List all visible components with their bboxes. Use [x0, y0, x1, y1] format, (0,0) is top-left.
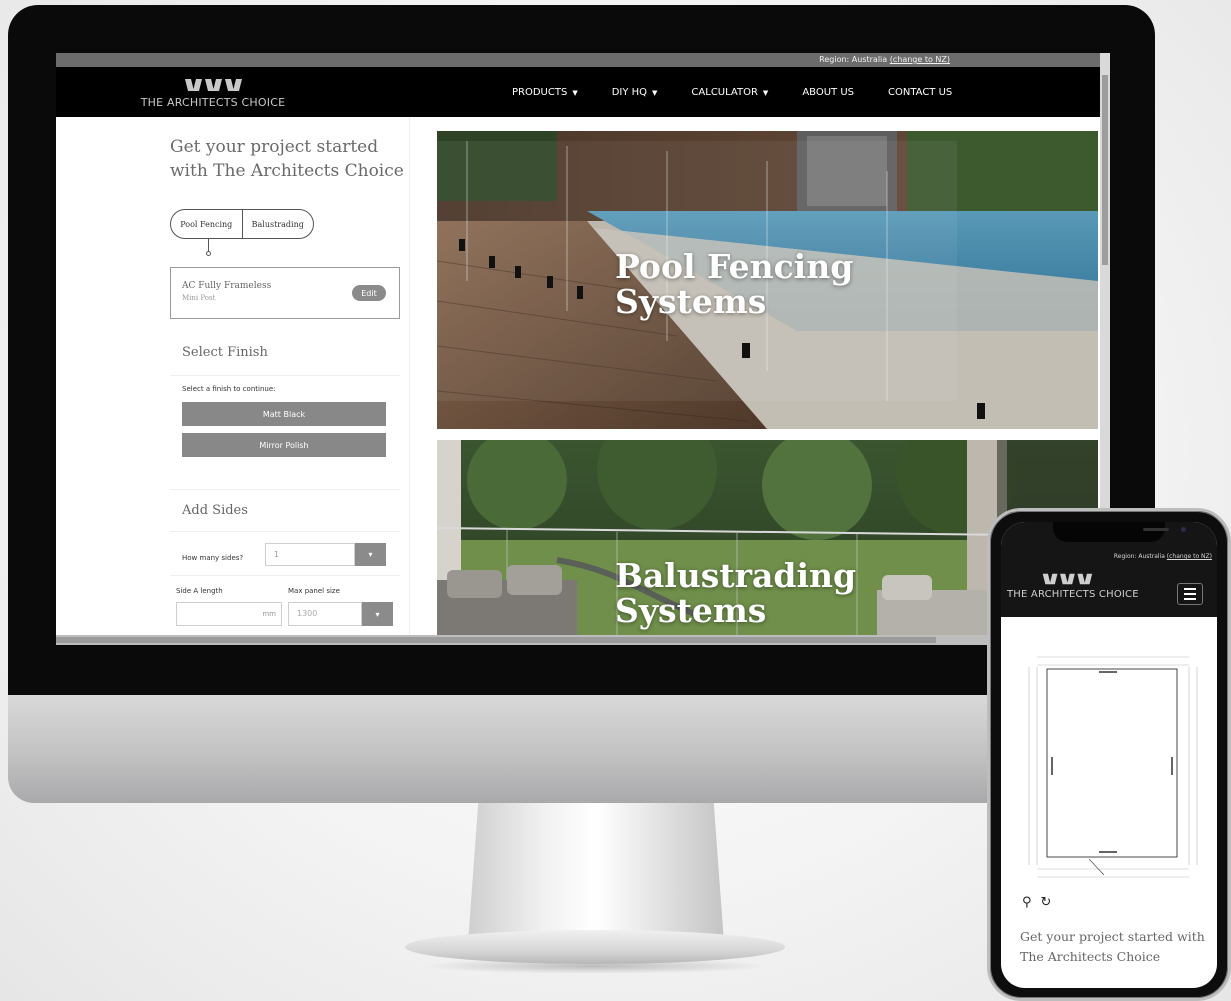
mobile-heading: Get your project started with The Archit… [1020, 929, 1205, 964]
selected-product-card: AC Fully Frameless Mini Post Edit [170, 267, 400, 319]
section-divider [170, 531, 400, 532]
chevron-down-icon: ▾ [368, 550, 373, 559]
nav-contact-us-label: CONTACT US [887, 87, 953, 98]
logo-text: THE ARCHITECTS CHOICE [140, 96, 286, 109]
chevron-down-icon: ▼ [652, 88, 658, 97]
front-camera [1181, 527, 1186, 532]
nav-about-us[interactable]: ABOUT US [802, 87, 854, 98]
speaker-grille [1143, 528, 1169, 531]
site-logo[interactable]: THE ARCHITECTS CHOICE [138, 77, 288, 109]
finish-matt-black-button[interactable]: Matt Black [182, 402, 386, 426]
toggle-balustrading[interactable]: Balustrading [243, 210, 314, 238]
mobile-region-text: Region: Australia [1113, 553, 1167, 560]
vertical-scrollbar-thumb[interactable] [1102, 75, 1108, 265]
side-a-length-input[interactable]: mm [176, 602, 282, 626]
product-name: AC Fully Frameless [182, 281, 272, 291]
phone-notch [1053, 522, 1186, 542]
imac-stand-base [405, 930, 785, 964]
nav-diy-hq[interactable]: DIY HQ ▼ [612, 87, 658, 98]
calculator-panel: Get your project started with The Archit… [152, 117, 410, 635]
product-subtitle: Mini Post [182, 294, 216, 302]
zoom-icon[interactable]: ⚲ [1022, 895, 1032, 910]
sides-count-dropdown[interactable]: ▾ [355, 543, 386, 566]
chevron-down-icon: ▼ [762, 88, 769, 97]
diagram-tools: ⚲ ↻ [1022, 895, 1051, 910]
horizontal-scrollbar[interactable] [56, 635, 1100, 645]
edit-product-button[interactable]: Edit [352, 285, 386, 301]
pool-fencing-hero-title: Pool Fencing Systems [615, 247, 854, 321]
nav-about-us-label: ABOUT US [802, 87, 854, 98]
change-region-link[interactable]: (change to NZ) [890, 55, 950, 64]
logo-mark-icon [1042, 573, 1093, 585]
toggle-connector-dot [206, 251, 211, 256]
nav-items: PRODUCTS ▼ DIY HQ ▼ CALCULATOR ▼ ABOUT US C… [512, 87, 986, 98]
logo-mark-icon [185, 79, 242, 91]
chevron-down-icon: ▼ [572, 88, 578, 97]
max-panel-size-dropdown[interactable]: ▾ [362, 602, 393, 626]
region-bar: Region: Australia (change to NZ) [56, 53, 1110, 67]
nav-diy-hq-label: DIY HQ [611, 87, 648, 98]
system-type-toggle: Pool Fencing Balustrading [170, 209, 314, 239]
balustrading-hero-title: Balustrading Systems [615, 556, 857, 630]
menu-icon[interactable] [1177, 583, 1203, 605]
nav-calculator-label: CALCULATOR [691, 87, 758, 98]
sides-count-input[interactable]: 1 [265, 543, 355, 566]
select-finish-title: Select Finish [182, 345, 268, 360]
nav-calculator[interactable]: CALCULATOR ▼ [691, 87, 768, 98]
finish-mirror-polish-button[interactable]: Mirror Polish [182, 433, 386, 457]
mobile-logo-text: THE ARCHITECTS CHOICE [1007, 589, 1139, 600]
nav-products[interactable]: PRODUCTS ▼ [512, 87, 578, 98]
region-text: Region: Australia [819, 55, 890, 64]
sides-count-label: How many sides? [182, 554, 244, 562]
pool-layout-diagram [1028, 656, 1198, 878]
horizontal-scrollbar-thumb[interactable] [56, 637, 936, 643]
max-panel-size-label: Max panel size [288, 587, 340, 595]
chevron-down-icon: ▾ [375, 609, 380, 619]
main-nav: THE ARCHITECTS CHOICE PRODUCTS ▼ DIY HQ ▼ … [56, 67, 1110, 117]
mobile-header: Region: Australia (change to NZ) THE ARC… [1001, 522, 1217, 617]
section-divider [170, 489, 400, 490]
rotate-icon[interactable]: ↻ [1041, 895, 1052, 910]
nav-contact-us[interactable]: CONTACT US [888, 87, 952, 98]
pool-fencing-hero[interactable]: Pool Fencing Systems [437, 131, 1098, 429]
desktop-screen: Region: Australia (change to NZ) THE ARC… [56, 53, 1110, 645]
mobile-change-region-link[interactable]: (change to NZ) [1167, 553, 1212, 560]
section-divider [170, 375, 400, 376]
add-sides-title: Add Sides [182, 503, 248, 518]
toggle-pool-fencing[interactable]: Pool Fencing [171, 210, 243, 238]
side-a-length-label: Side A length [176, 587, 223, 595]
panel-heading: Get your project started with The Archit… [170, 137, 404, 181]
mobile-logo[interactable]: THE ARCHITECTS CHOICE [1007, 572, 1139, 600]
imac-stand-neck [468, 803, 724, 943]
max-panel-size-input[interactable]: 1300 [288, 602, 362, 626]
section-divider [170, 575, 400, 576]
mobile-region-bar: Region: Australia (change to NZ) [1114, 553, 1212, 560]
length-unit: mm [262, 610, 276, 618]
mobile-screen: Region: Australia (change to NZ) THE ARC… [1001, 522, 1217, 988]
nav-products-label: PRODUCTS [512, 87, 568, 98]
imac-chin [8, 695, 1155, 803]
finish-prompt: Select a finish to continue: [182, 385, 276, 393]
